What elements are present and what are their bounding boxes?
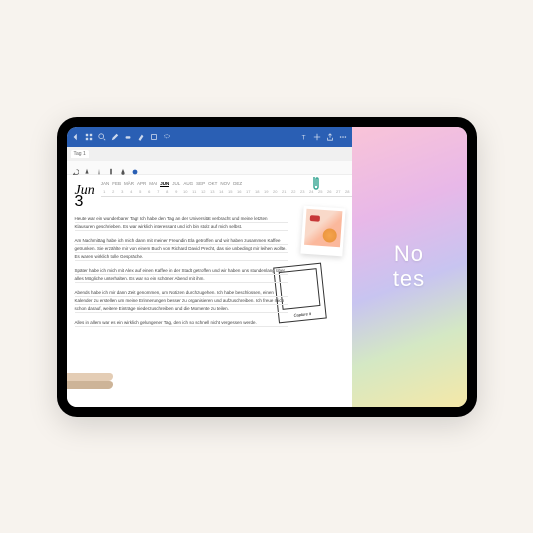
notes-title: Notes bbox=[393, 242, 425, 290]
journal-paragraph: Heute war ein wunderbarer Tag! Ich habe … bbox=[75, 215, 288, 231]
tool-row bbox=[67, 161, 352, 175]
month-option[interactable]: JUL bbox=[172, 181, 180, 187]
undo-icon[interactable] bbox=[71, 163, 79, 171]
day-option[interactable]: 18 bbox=[254, 189, 261, 194]
day-option[interactable]: 2 bbox=[110, 189, 117, 194]
day-option[interactable]: 16 bbox=[236, 189, 243, 194]
shapes-icon[interactable] bbox=[149, 132, 159, 142]
day-option[interactable]: 13 bbox=[209, 189, 216, 194]
day-option[interactable]: 26 bbox=[326, 189, 333, 194]
month-option[interactable]: AUG bbox=[183, 181, 193, 187]
day-option[interactable]: 19 bbox=[263, 189, 270, 194]
eraser-icon[interactable] bbox=[123, 132, 133, 142]
back-icon[interactable] bbox=[71, 132, 81, 142]
day-option[interactable]: 11 bbox=[191, 189, 198, 194]
pen-icon[interactable] bbox=[110, 132, 120, 142]
day-option[interactable]: 28 bbox=[344, 189, 351, 194]
document-tab[interactable]: Tag 1 bbox=[71, 150, 89, 158]
day-option[interactable]: 21 bbox=[281, 189, 288, 194]
brush-stroke-decoration bbox=[67, 371, 113, 395]
journal-app: T Tag 1 Jun JANFEBMÄRAPRMAIJUNJULAUGSEPO… bbox=[67, 127, 352, 407]
journal-paragraph: Alles in allem war es ein wirklich gelun… bbox=[75, 319, 288, 327]
month-option[interactable]: OKT bbox=[208, 181, 217, 187]
color-icon[interactable] bbox=[131, 163, 139, 171]
day-option[interactable]: 23 bbox=[299, 189, 306, 194]
journal-paragraph: Später habe ich mich mit Alex auf einen … bbox=[75, 267, 288, 283]
journal-page: Jun JANFEBMÄRAPRMAIJUNJULAUGSEPOKTNOVDEZ… bbox=[67, 175, 352, 407]
day-option[interactable]: 20 bbox=[272, 189, 279, 194]
tab-bar: Tag 1 bbox=[67, 147, 352, 161]
day-option[interactable]: 8 bbox=[164, 189, 171, 194]
day-option[interactable]: 27 bbox=[335, 189, 342, 194]
month-option[interactable]: FEB bbox=[112, 181, 121, 187]
lasso-icon[interactable] bbox=[162, 132, 172, 142]
journal-text[interactable]: Heute war ein wunderbarer Tag! Ich habe … bbox=[75, 215, 344, 327]
day-option[interactable]: 9 bbox=[173, 189, 180, 194]
day-option[interactable]: 7 bbox=[155, 189, 162, 194]
text-icon[interactable]: T bbox=[299, 132, 309, 142]
month-option[interactable]: DEZ bbox=[233, 181, 242, 187]
month-option[interactable]: JAN bbox=[101, 181, 110, 187]
paperclip-icon bbox=[310, 175, 322, 193]
brush-tool-icon[interactable] bbox=[119, 163, 127, 171]
add-icon[interactable] bbox=[312, 132, 322, 142]
search-icon[interactable] bbox=[97, 132, 107, 142]
day-option[interactable]: 3 bbox=[119, 189, 126, 194]
grid-icon[interactable] bbox=[84, 132, 94, 142]
day-option[interactable]: 22 bbox=[290, 189, 297, 194]
notes-panel[interactable]: Notes bbox=[352, 127, 467, 407]
app-toolbar: T bbox=[67, 127, 352, 147]
screen: T Tag 1 Jun JANFEBMÄRAPRMAIJUNJULAUGSEPO… bbox=[67, 127, 467, 407]
journal-paragraph: Am Nachmittag habe ich mich dann mit mei… bbox=[75, 237, 288, 261]
month-option[interactable]: JUN bbox=[160, 181, 169, 187]
month-option[interactable]: MÄR bbox=[124, 181, 134, 187]
share-icon[interactable] bbox=[325, 132, 335, 142]
pencil-tool-icon[interactable] bbox=[95, 163, 103, 171]
more-icon[interactable] bbox=[338, 132, 348, 142]
date-header: Jun JANFEBMÄRAPRMAIJUNJULAUGSEPOKTNOVDEZ… bbox=[75, 181, 344, 201]
day-option[interactable]: 1 bbox=[101, 189, 108, 194]
day-option[interactable]: 4 bbox=[128, 189, 135, 194]
tablet-frame: T Tag 1 Jun JANFEBMÄRAPRMAIJUNJULAUGSEPO… bbox=[57, 117, 477, 417]
highlighter-icon[interactable] bbox=[136, 132, 146, 142]
month-option[interactable]: NOV bbox=[220, 181, 230, 187]
marker-tool-icon[interactable] bbox=[107, 163, 115, 171]
day-option[interactable]: 12 bbox=[200, 189, 207, 194]
day-option[interactable]: 6 bbox=[146, 189, 153, 194]
day-option[interactable]: 10 bbox=[182, 189, 189, 194]
pen-tool-icon[interactable] bbox=[83, 163, 91, 171]
day-option[interactable]: 17 bbox=[245, 189, 252, 194]
svg-text:T: T bbox=[301, 134, 305, 141]
month-option[interactable]: SEP bbox=[196, 181, 205, 187]
day-option[interactable]: 14 bbox=[218, 189, 225, 194]
day-option[interactable]: 15 bbox=[227, 189, 234, 194]
month-option[interactable]: APR bbox=[137, 181, 146, 187]
day-option[interactable]: 5 bbox=[137, 189, 144, 194]
journal-paragraph: Abends habe ich mir dann Zeit genommen, … bbox=[75, 289, 288, 313]
day-number: 3 bbox=[75, 193, 84, 211]
month-option[interactable]: MAI bbox=[149, 181, 157, 187]
